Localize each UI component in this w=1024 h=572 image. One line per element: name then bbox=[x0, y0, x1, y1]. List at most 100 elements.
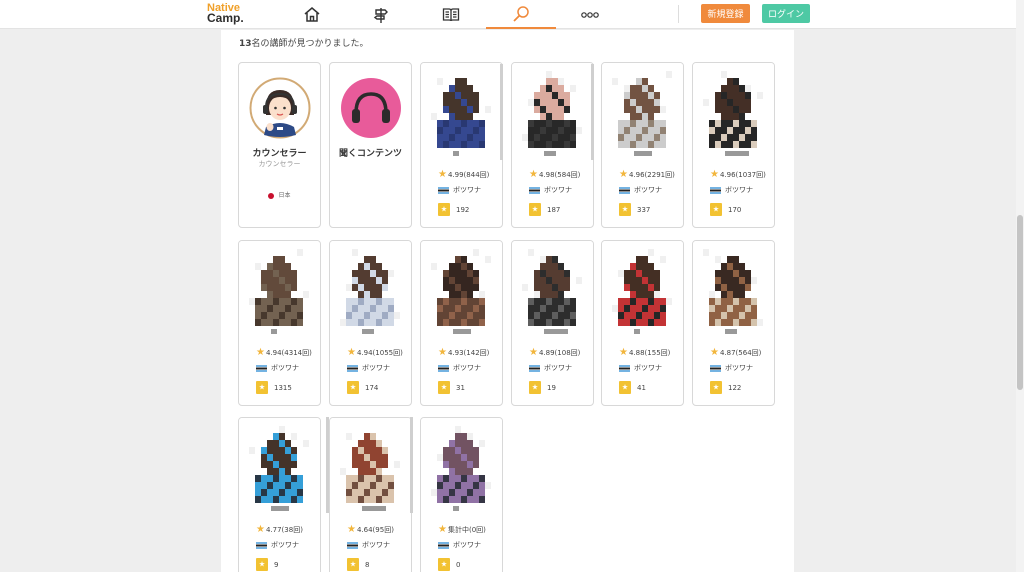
star-icon: ★ bbox=[529, 169, 538, 180]
teacher-country: ボツワナ bbox=[438, 185, 481, 195]
listening-content-title: 聞くコンテンツ bbox=[338, 149, 402, 159]
nav-more[interactable] bbox=[555, 0, 625, 29]
teacher-rating: ★ 4.93(142回) bbox=[438, 348, 489, 358]
country-text: ボツワナ bbox=[271, 541, 299, 549]
nav-home[interactable] bbox=[277, 0, 347, 29]
teacher-photo[interactable] bbox=[693, 63, 774, 160]
bookmark-star-icon[interactable] bbox=[529, 203, 541, 216]
bookmark-star-icon[interactable] bbox=[710, 381, 722, 394]
teacher-country: ボツワナ bbox=[438, 540, 481, 550]
signup-button[interactable]: 新規登録 bbox=[701, 4, 750, 23]
teacher-card[interactable]: ★ 4.77(38回) ボツワナ 9 bbox=[238, 417, 321, 572]
bookmark-star-icon[interactable] bbox=[710, 203, 722, 216]
rating-text: 4.89(108回) bbox=[538, 349, 581, 357]
bookmark-star-icon[interactable] bbox=[438, 381, 450, 394]
teacher-country: ボツワナ bbox=[619, 363, 662, 373]
top-navigation-bar: Native Camp. 新規登録 ログイン bbox=[0, 0, 1016, 29]
bookmark-star-icon[interactable] bbox=[619, 381, 631, 394]
listening-content-card[interactable]: 聞くコンテンツ bbox=[329, 62, 412, 228]
teacher-rating: ★ 4.88(155回) bbox=[619, 348, 670, 358]
teacher-favorites: 187 bbox=[529, 203, 560, 216]
rating-text: 4.88(155回) bbox=[628, 349, 671, 357]
teacher-rating: ★ 4.96(1037回) bbox=[710, 170, 766, 180]
bookmark-star-icon[interactable] bbox=[347, 381, 359, 394]
counselor-card[interactable]: カウンセラー カウンセラー 日本 bbox=[238, 62, 321, 228]
search-icon bbox=[513, 5, 529, 22]
page-scrollbar-thumb[interactable] bbox=[1017, 215, 1023, 390]
teacher-country: ボツワナ bbox=[347, 540, 390, 550]
rating-text: 4.93(142回) bbox=[447, 349, 490, 357]
bookmark-star-icon[interactable] bbox=[347, 558, 359, 571]
teacher-rating: ★ 4.94(4314回) bbox=[256, 348, 312, 358]
teacher-card[interactable]: ★ 4.98(584回) ボツワナ 187 bbox=[511, 62, 594, 228]
botswana-flag-icon bbox=[256, 364, 267, 372]
more-icon bbox=[581, 11, 599, 18]
teacher-rating: ★ 集計中(0回) bbox=[438, 525, 486, 535]
teacher-photo[interactable] bbox=[421, 241, 502, 338]
bookmark-star-icon[interactable] bbox=[256, 381, 268, 394]
teacher-photo[interactable] bbox=[330, 418, 411, 515]
star-icon: ★ bbox=[710, 169, 719, 180]
teacher-card[interactable]: ★ 4.94(1055回) ボツワナ 174 bbox=[329, 240, 412, 406]
result-count-suffix: 名の講師が見つかりました。 bbox=[251, 39, 369, 49]
teacher-card[interactable]: ★ 4.87(564回) ボツワナ 122 bbox=[692, 240, 775, 406]
teacher-photo[interactable] bbox=[512, 241, 593, 338]
japan-flag-icon bbox=[268, 192, 275, 199]
teacher-rating: ★ 4.96(2291回) bbox=[619, 170, 675, 180]
bookmark-star-icon[interactable] bbox=[619, 203, 631, 216]
rating-text: 4.64(95回) bbox=[356, 526, 394, 534]
teacher-card[interactable]: ★ 4.94(4314回) ボツワナ 1315 bbox=[238, 240, 321, 406]
star-icon: ★ bbox=[438, 169, 447, 180]
rating-text: 4.94(1055回) bbox=[356, 349, 403, 357]
teacher-card[interactable]: ★ 4.99(844回) ボツワナ 192 bbox=[420, 62, 503, 228]
star-icon: ★ bbox=[347, 347, 356, 358]
nav-search[interactable] bbox=[486, 0, 556, 29]
teacher-photo[interactable] bbox=[602, 241, 683, 338]
country-text: ボツワナ bbox=[544, 364, 572, 372]
native-camp-logo[interactable]: Native Camp. bbox=[207, 3, 249, 25]
teacher-country: ボツワナ bbox=[529, 363, 572, 373]
teacher-photo[interactable] bbox=[239, 418, 320, 515]
teacher-rating: ★ 4.98(584回) bbox=[529, 170, 580, 180]
rating-text: 4.77(38回) bbox=[265, 526, 303, 534]
counselor-avatar-icon bbox=[249, 77, 311, 139]
nav-lessons[interactable] bbox=[346, 0, 416, 29]
teacher-favorites: 41 bbox=[619, 381, 646, 394]
teacher-card[interactable]: ★ 4.96(1037回) ボツワナ 170 bbox=[692, 62, 775, 228]
favorites-count: 41 bbox=[637, 383, 646, 392]
teacher-card[interactable]: ★ 4.88(155回) ボツワナ 41 bbox=[601, 240, 684, 406]
page-scrollbar[interactable] bbox=[1016, 0, 1024, 572]
teacher-photo[interactable] bbox=[602, 63, 683, 160]
rating-text: 4.96(1037回) bbox=[719, 171, 766, 179]
teacher-photo[interactable] bbox=[512, 63, 593, 160]
login-button[interactable]: ログイン bbox=[762, 4, 810, 23]
counselor-country-label: 日本 bbox=[278, 192, 291, 199]
botswana-flag-icon bbox=[529, 186, 540, 194]
teacher-photo[interactable] bbox=[421, 63, 502, 160]
teacher-card[interactable]: ★ 4.93(142回) ボツワナ 31 bbox=[420, 240, 503, 406]
teacher-favorites: 31 bbox=[438, 381, 465, 394]
bookmark-star-icon[interactable] bbox=[438, 203, 450, 216]
teacher-photo[interactable] bbox=[693, 241, 774, 338]
teacher-card[interactable]: ★ 4.64(95回) ボツワナ 8 bbox=[329, 417, 412, 572]
teacher-photo[interactable] bbox=[330, 241, 411, 338]
teacher-photo[interactable] bbox=[421, 418, 502, 515]
country-text: ボツワナ bbox=[271, 364, 299, 372]
teacher-country: ボツワナ bbox=[438, 363, 481, 373]
signpost-icon bbox=[373, 7, 388, 23]
nav-textbooks[interactable] bbox=[416, 0, 486, 29]
teacher-photo[interactable] bbox=[239, 241, 320, 338]
country-text: ボツワナ bbox=[544, 186, 572, 194]
teacher-favorites: 337 bbox=[619, 203, 650, 216]
teacher-card[interactable]: ★ 4.89(108回) ボツワナ 19 bbox=[511, 240, 594, 406]
teacher-card[interactable]: ★ 集計中(0回) ボツワナ 0 bbox=[420, 417, 503, 572]
bookmark-star-icon[interactable] bbox=[256, 558, 268, 571]
bookmark-star-icon[interactable] bbox=[438, 558, 450, 571]
teacher-country: ボツワナ bbox=[619, 185, 662, 195]
botswana-flag-icon bbox=[438, 541, 449, 549]
bookmark-star-icon[interactable] bbox=[529, 381, 541, 394]
botswana-flag-icon bbox=[619, 186, 630, 194]
teacher-card[interactable]: ★ 4.96(2291回) ボツワナ 337 bbox=[601, 62, 684, 228]
star-icon: ★ bbox=[256, 347, 265, 358]
country-text: ボツワナ bbox=[362, 541, 390, 549]
